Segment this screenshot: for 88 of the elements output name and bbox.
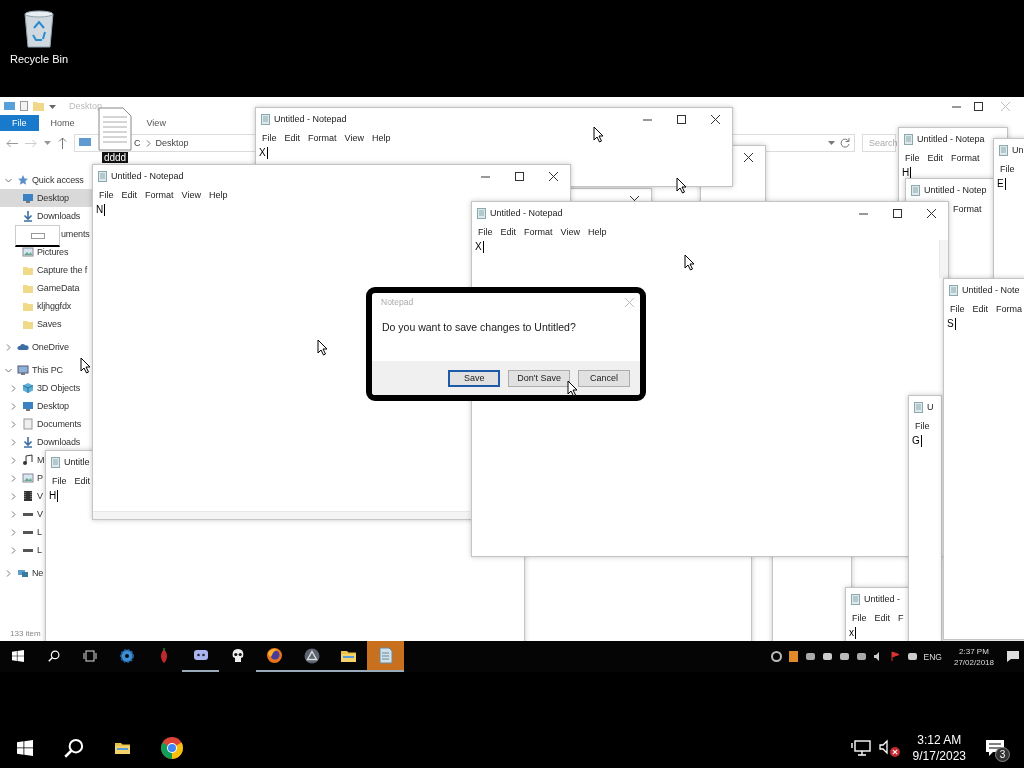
nav-item[interactable]: Downloads xyxy=(0,433,81,451)
menu-item[interactable]: F xyxy=(898,613,904,623)
menu-item[interactable]: Format xyxy=(308,133,337,143)
clock[interactable]: 3:12 AM 9/17/2023 xyxy=(912,732,966,764)
window-title: Untitled - Notepad xyxy=(274,114,347,124)
window-title: Untitled - Notep xyxy=(924,185,987,195)
dialog-button[interactable]: Cancel xyxy=(578,369,630,387)
ribbon-tab[interactable]: File xyxy=(0,115,39,131)
typed-text: E xyxy=(997,178,1006,190)
menu-item[interactable]: File xyxy=(905,153,920,163)
menu-item[interactable]: Help xyxy=(208,190,228,200)
menu-item[interactable]: File xyxy=(1000,164,1015,174)
menu-item[interactable]: Format xyxy=(145,190,174,200)
nav-item[interactable]: Desktop xyxy=(0,397,69,415)
window-title: Untitled - xyxy=(864,594,900,604)
nav-item[interactable]: L xyxy=(0,523,42,541)
menu-item[interactable]: File xyxy=(99,190,114,200)
window-title: Desktop xyxy=(69,101,103,111)
menu-item[interactable]: Help xyxy=(371,133,391,143)
menu-item[interactable]: File xyxy=(915,421,930,431)
nav-item[interactable]: Saves xyxy=(0,315,62,333)
nav-item[interactable]: Desktop xyxy=(0,189,92,207)
menu-item[interactable]: Edit xyxy=(874,613,891,623)
menu-item[interactable]: Format xyxy=(951,153,980,163)
dialog-message: Do you want to save changes to Untitled? xyxy=(381,320,577,333)
menu-item[interactable]: View xyxy=(560,227,580,237)
menu-item[interactable]: View xyxy=(344,133,364,143)
nav-item[interactable]: Quick access xyxy=(0,171,84,189)
typed-text: X xyxy=(259,147,268,159)
language-indicator[interactable]: ENG xyxy=(923,651,942,662)
nav-item[interactable]: GameData xyxy=(0,279,80,297)
nav-item[interactable]: Pictures xyxy=(0,243,69,261)
window-title: Untitled - Note xyxy=(962,285,1020,295)
menu-item[interactable]: File xyxy=(262,133,277,143)
menu-item[interactable]: Format xyxy=(524,227,553,237)
file-label: dddd xyxy=(101,152,129,163)
typed-text: G xyxy=(912,435,922,447)
clock[interactable]: 2:37 PM 27/02/2018 xyxy=(953,645,994,668)
breadcrumb[interactable]: Desktop xyxy=(155,138,189,148)
dialog-button[interactable]: Don't Save xyxy=(508,369,570,387)
window-title: Untitled - Notepad xyxy=(111,171,184,181)
nav-item[interactable]: M xyxy=(0,451,45,469)
typed-text: H xyxy=(49,490,59,502)
menu-item[interactable]: View xyxy=(181,190,201,200)
status-text: 133 item xyxy=(10,628,41,638)
menu-item[interactable]: Edit xyxy=(927,153,944,163)
menu-item[interactable]: Edit xyxy=(500,227,517,237)
menu-item[interactable]: Forma xyxy=(996,304,1023,314)
window-title: Untitled - Notepad xyxy=(490,208,563,218)
menu-item[interactable]: File xyxy=(478,227,493,237)
nav-item[interactable]: V xyxy=(0,505,43,523)
nav-item[interactable]: L xyxy=(0,541,42,559)
menu-item[interactable]: Edit xyxy=(121,190,138,200)
breadcrumb[interactable]: C xyxy=(134,138,141,148)
menu-item[interactable]: Edit xyxy=(74,476,91,486)
nav-item[interactable]: P xyxy=(0,469,43,487)
ribbon-tab[interactable]: Home xyxy=(38,115,87,131)
window-title: Untitle xyxy=(64,457,90,467)
menu-item[interactable]: Format xyxy=(953,204,982,214)
nav-item[interactable]: OneDrive xyxy=(0,338,69,356)
menu-item[interactable]: File xyxy=(52,476,67,486)
menu-item[interactable]: File xyxy=(852,613,867,623)
notification-button[interactable]: 3 xyxy=(980,733,1010,763)
window-title: Un xyxy=(1012,145,1024,155)
window-title: Untitled - Notepa xyxy=(917,134,985,144)
nav-item[interactable]: 3D Objects xyxy=(0,379,81,397)
dialog-button[interactable]: Save xyxy=(448,369,501,387)
typed-text: N xyxy=(96,204,106,216)
nav-item[interactable]: uments xyxy=(61,225,90,243)
nav-item[interactable]: kljhggfdx xyxy=(0,297,72,315)
menu-item[interactable]: Help xyxy=(587,227,607,237)
typed-text: S xyxy=(947,318,956,330)
dialog-title: Notepad xyxy=(381,297,414,307)
nav-item[interactable]: This PC xyxy=(0,361,63,379)
nav-item[interactable]: Ne xyxy=(0,564,44,582)
typed-text: X xyxy=(475,241,484,253)
menu-item[interactable]: Edit xyxy=(284,133,301,143)
nav-item[interactable]: Documents xyxy=(0,415,82,433)
nav-item[interactable]: Downloads xyxy=(0,207,81,225)
icon-label: Recycle Bin xyxy=(9,53,69,65)
window-title: U xyxy=(927,402,934,412)
nav-item[interactable]: V xyxy=(0,487,43,505)
menu-item[interactable]: Edit xyxy=(972,304,989,314)
menu-item[interactable]: File xyxy=(950,304,965,314)
typed-text: x xyxy=(849,627,856,639)
ribbon-tab[interactable]: View xyxy=(134,115,178,131)
nav-item[interactable]: Capture the f xyxy=(0,261,88,279)
notification-count: 3 xyxy=(995,747,1010,762)
